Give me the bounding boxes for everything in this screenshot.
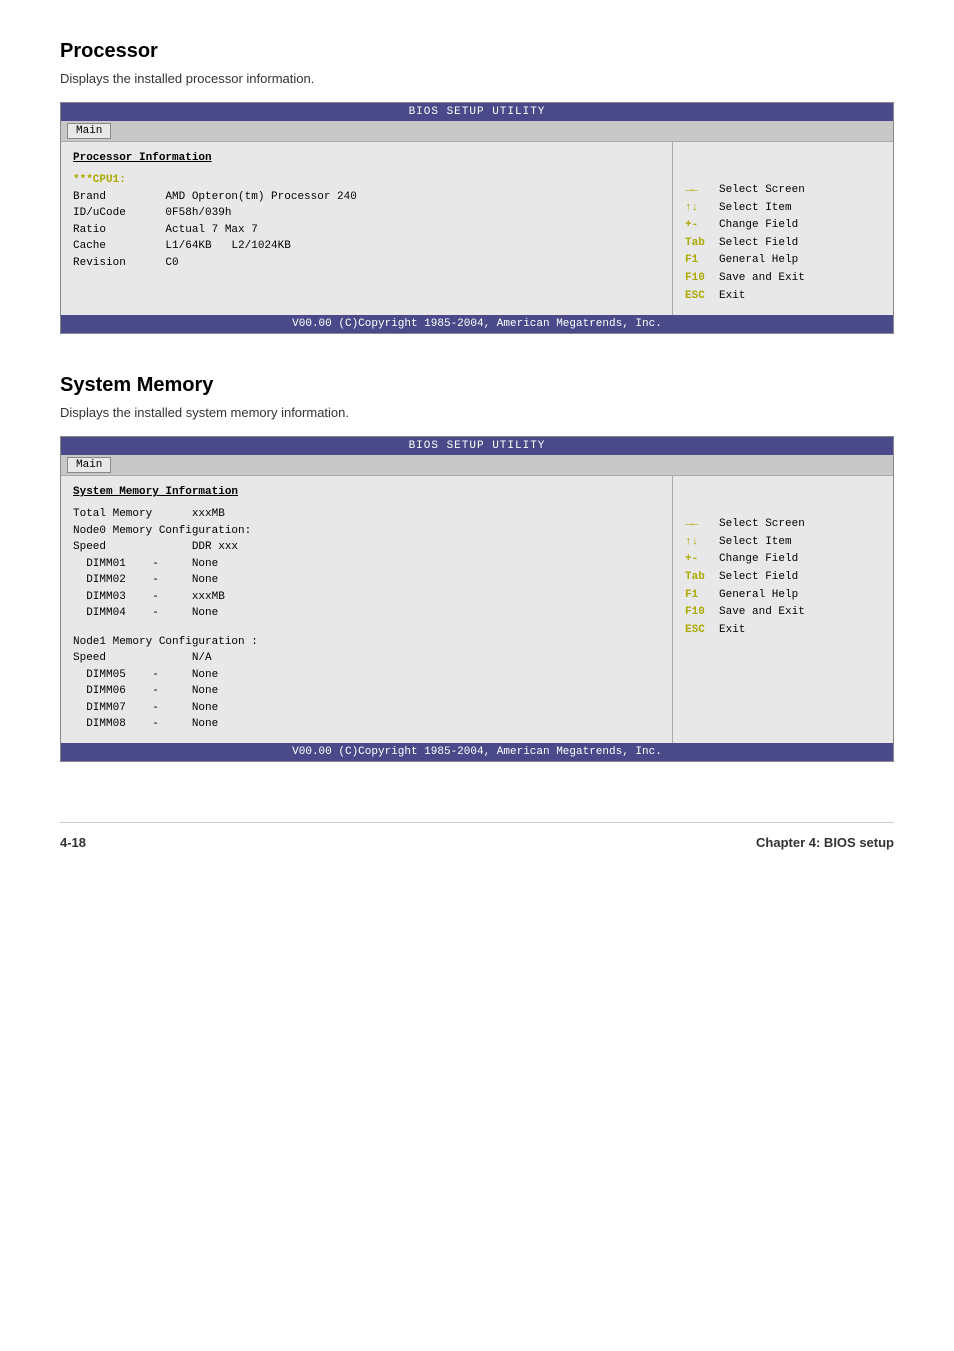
node1-speed: Speed N/A <box>73 650 660 667</box>
chapter-label: Chapter 4: BIOS setup <box>756 835 894 850</box>
memory-section: System Memory Displays the installed sys… <box>60 374 894 762</box>
mem-help-line-4: Tab Select Field <box>685 569 881 587</box>
help-line-1: →← Select Screen <box>685 182 881 200</box>
dimm04-line: DIMM04 - None <box>73 605 660 622</box>
memory-bios-right: →← Select Screen ↑↓ Select Item +- Chang… <box>673 476 893 743</box>
node1-label: Node1 Memory Configuration : <box>73 634 660 651</box>
mem-help-desc-7: Exit <box>719 622 745 640</box>
memory-tab-bar: Main <box>61 455 893 476</box>
mem-help-line-2: ↑↓ Select Item <box>685 534 881 552</box>
mem-help-line-3: +- Change Field <box>685 551 881 569</box>
processor-bios-header: BIOS SETUP UTILITY <box>61 103 893 121</box>
processor-bios-left: Processor Information ***CPU1: Brand AMD… <box>61 142 673 315</box>
memory-bios-footer: V00.00 (C)Copyright 1985-2004, American … <box>61 743 893 761</box>
help-desc-2: Select Item <box>719 200 792 218</box>
mem-help-key-esc: ESC <box>685 622 715 640</box>
dimm03-line: DIMM03 - xxxMB <box>73 589 660 606</box>
help-line-3: +- Change Field <box>685 217 881 235</box>
processor-revision: Revision C0 <box>73 255 660 272</box>
mem-help-key-arrows: →← <box>685 516 715 534</box>
mem-help-line-7: ESC Exit <box>685 622 881 640</box>
mem-help-line-1: →← Select Screen <box>685 516 881 534</box>
dimm06-line: DIMM06 - None <box>73 683 660 700</box>
page-number: 4-18 <box>60 835 86 850</box>
total-memory-line: Total Memory xxxMB <box>73 506 660 523</box>
memory-help: →← Select Screen ↑↓ Select Item +- Chang… <box>685 516 881 639</box>
help-line-4: Tab Select Field <box>685 235 881 253</box>
help-line-6: F10 Save and Exit <box>685 270 881 288</box>
mem-help-desc-4: Select Field <box>719 569 798 587</box>
help-key-esc: ESC <box>685 288 715 306</box>
help-key-f1: F1 <box>685 252 715 270</box>
help-desc-5: General Help <box>719 252 798 270</box>
mem-help-key-updown: ↑↓ <box>685 534 715 552</box>
help-key-updown: ↑↓ <box>685 200 715 218</box>
memory-bios-box: BIOS SETUP UTILITY Main System Memory In… <box>60 436 894 762</box>
processor-bios-box: BIOS SETUP UTILITY Main Processor Inform… <box>60 102 894 334</box>
mem-help-desc-6: Save and Exit <box>719 604 805 622</box>
mem-help-desc-2: Select Item <box>719 534 792 552</box>
processor-cache: Cache L1/64KB L2/1024KB <box>73 238 660 255</box>
help-desc-6: Save and Exit <box>719 270 805 288</box>
memory-main-tab[interactable]: Main <box>67 457 111 473</box>
memory-title: System Memory <box>60 374 894 397</box>
memory-bios-body: System Memory Information Total Memory x… <box>61 476 893 743</box>
processor-desc: Displays the installed processor informa… <box>60 71 894 86</box>
dimm02-line: DIMM02 - None <box>73 572 660 589</box>
processor-bios-body: Processor Information ***CPU1: Brand AMD… <box>61 142 893 315</box>
processor-main-tab[interactable]: Main <box>67 123 111 139</box>
help-line-7: ESC Exit <box>685 288 881 306</box>
mem-help-line-5: F1 General Help <box>685 587 881 605</box>
mem-help-key-plusminus: +- <box>685 551 715 569</box>
mem-help-desc-3: Change Field <box>719 551 798 569</box>
processor-title: Processor <box>60 40 894 63</box>
dimm08-line: DIMM08 - None <box>73 716 660 733</box>
help-line-5: F1 General Help <box>685 252 881 270</box>
help-desc-1: Select Screen <box>719 182 805 200</box>
processor-ratio: Ratio Actual 7 Max 7 <box>73 222 660 239</box>
mem-help-line-6: F10 Save and Exit <box>685 604 881 622</box>
memory-desc: Displays the installed system memory inf… <box>60 405 894 420</box>
mem-help-key-tab: Tab <box>685 569 715 587</box>
help-key-plusminus: +- <box>685 217 715 235</box>
help-line-2: ↑↓ Select Item <box>685 200 881 218</box>
processor-section: Processor Displays the installed process… <box>60 40 894 334</box>
cpu-label: ***CPU1: <box>73 172 660 189</box>
dimm07-line: DIMM07 - None <box>73 700 660 717</box>
node0-speed: Speed DDR xxx <box>73 539 660 556</box>
processor-id: ID/uCode 0F58h/039h <box>73 205 660 222</box>
memory-bios-header: BIOS SETUP UTILITY <box>61 437 893 455</box>
help-key-arrows: →← <box>685 182 715 200</box>
help-key-tab: Tab <box>685 235 715 253</box>
page-footer: 4-18 Chapter 4: BIOS setup <box>60 822 894 850</box>
processor-info-title: Processor Information <box>73 152 660 164</box>
memory-info-title: System Memory Information <box>73 486 660 498</box>
mem-help-key-f10: F10 <box>685 604 715 622</box>
dimm01-line: DIMM01 - None <box>73 556 660 573</box>
help-desc-4: Select Field <box>719 235 798 253</box>
processor-bios-footer: V00.00 (C)Copyright 1985-2004, American … <box>61 315 893 333</box>
dimm05-line: DIMM05 - None <box>73 667 660 684</box>
processor-brand: Brand AMD Opteron(tm) Processor 240 <box>73 189 660 206</box>
mem-help-key-f1: F1 <box>685 587 715 605</box>
help-desc-3: Change Field <box>719 217 798 235</box>
node0-label: Node0 Memory Configuration: <box>73 523 660 540</box>
mem-help-desc-5: General Help <box>719 587 798 605</box>
processor-help: →← Select Screen ↑↓ Select Item +- Chang… <box>685 182 881 305</box>
processor-tab-bar: Main <box>61 121 893 142</box>
help-desc-7: Exit <box>719 288 745 306</box>
help-key-f10: F10 <box>685 270 715 288</box>
processor-bios-right: →← Select Screen ↑↓ Select Item +- Chang… <box>673 142 893 315</box>
mem-help-desc-1: Select Screen <box>719 516 805 534</box>
memory-bios-left: System Memory Information Total Memory x… <box>61 476 673 743</box>
